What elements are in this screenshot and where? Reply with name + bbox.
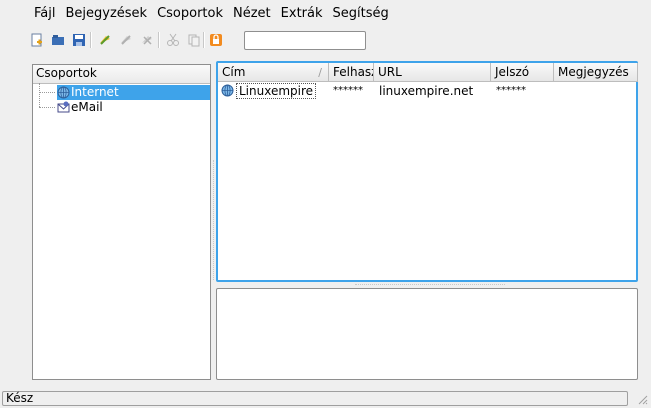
column-header-password[interactable]: Jelszó	[491, 63, 554, 81]
table-header: Cím∕ Felhasználónév URL Jelszó Megjegyzé…	[218, 63, 638, 82]
cut-icon[interactable]	[165, 32, 181, 48]
column-header-url[interactable]: URL	[374, 63, 491, 81]
delete-entry-icon[interactable]	[139, 32, 155, 48]
edit-entry-icon[interactable]	[118, 32, 134, 48]
resize-grip-icon[interactable]	[636, 393, 648, 405]
globe-icon	[57, 86, 70, 99]
tree-item-email[interactable]: eMail	[33, 100, 210, 115]
copy-icon[interactable]	[186, 32, 202, 48]
menu-help[interactable]: Segítség	[332, 6, 390, 21]
groups-tree[interactable]: Csoportok Internet eMail	[32, 64, 211, 380]
cell-title: Linuxempire	[236, 83, 317, 99]
tree-item-label: eMail	[71, 100, 103, 114]
menu-entries[interactable]: Bejegyzések	[64, 6, 148, 21]
lock-icon[interactable]	[208, 32, 224, 48]
tree-item-label: Internet	[71, 85, 119, 99]
sort-indicator-icon: ∕	[318, 66, 322, 79]
horizontal-splitter[interactable]	[355, 284, 505, 287]
menu-file[interactable]: Fájl	[33, 6, 56, 21]
cell-url: linuxempire.net	[379, 84, 474, 98]
entries-table[interactable]: Cím∕ Felhasználónév URL Jelszó Megjegyzé…	[216, 61, 638, 282]
column-header-comment[interactable]: Megjegyzés	[554, 63, 638, 81]
save-icon[interactable]	[71, 32, 87, 48]
cell-password: ******	[496, 85, 526, 96]
search-input[interactable]	[244, 31, 366, 50]
menu-bar: Fájl Bejegyzések Csoportok Nézet Extrák …	[0, 0, 651, 26]
tree-item-internet[interactable]: Internet	[33, 85, 210, 100]
cell-username: ******	[333, 85, 363, 96]
column-header-title[interactable]: Cím ∕	[218, 63, 329, 81]
groups-header: Csoportok	[33, 65, 210, 84]
entry-detail-view	[216, 288, 638, 380]
status-text: Kész	[2, 391, 628, 406]
status-bar: Kész	[0, 390, 651, 408]
open-folder-icon[interactable]	[50, 32, 66, 48]
add-entry-icon[interactable]	[97, 32, 113, 48]
menu-groups[interactable]: Csoportok	[156, 6, 224, 21]
globe-icon	[221, 83, 235, 99]
menu-extras[interactable]: Extrák	[280, 6, 324, 21]
column-header-username[interactable]: Felhasználónév	[329, 63, 374, 81]
menu-view[interactable]: Nézet	[232, 6, 272, 21]
toolbar	[0, 28, 651, 52]
email-icon	[57, 101, 70, 114]
new-file-icon[interactable]	[29, 32, 45, 48]
